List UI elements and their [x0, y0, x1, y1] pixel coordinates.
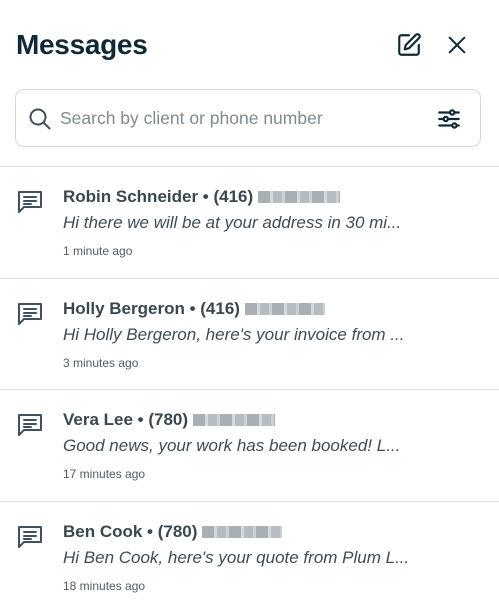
message-row[interactable]: Holly Bergeron • (416) Hi Holly Bergeron… [0, 277, 499, 390]
message-time: 18 minutes ago [63, 578, 146, 593]
message-list: Robin Schneider • (416) Hi there we will… [0, 166, 499, 612]
message-icon [18, 414, 42, 436]
message-row[interactable]: Vera Lee • (780) Good news, your work ha… [0, 389, 499, 501]
header: Messages [0, 0, 499, 88]
compose-icon [398, 33, 421, 56]
message-icon [18, 302, 42, 325]
close-icon [448, 36, 466, 54]
search-input[interactable] [60, 102, 420, 134]
message-time: 17 minutes ago [63, 467, 146, 481]
close-button[interactable] [442, 30, 472, 60]
message-time: 1 minute ago [63, 244, 133, 258]
sliders-icon [438, 109, 460, 129]
message-row[interactable]: Robin Schneider • (416) Hi there we will… [0, 166, 499, 278]
page-title: Messages [16, 29, 148, 60]
compose-button[interactable] [394, 30, 424, 60]
message-row[interactable]: Ben Cook • (780) Hi Ben Cook, here's you… [0, 500, 499, 612]
message-preview: Hi Holly Bergeron, here's your invoice f… [63, 324, 405, 344]
search-icon [29, 108, 51, 130]
message-title: Holly Bergeron • (416) [63, 299, 325, 319]
message-preview: Hi Ben Cook, here's your quote from Plum… [63, 547, 410, 567]
redacted-phone [202, 525, 283, 538]
search-bar [15, 89, 481, 147]
redacted-phone [244, 302, 325, 315]
message-preview: Hi there we will be at your address in 3… [63, 213, 402, 232]
message-title: Ben Cook • (780) [63, 522, 283, 542]
message-preview: Good news, your work has been booked! L.… [63, 436, 401, 455]
message-icon [18, 525, 42, 548]
message-title: Vera Lee • (780) [63, 410, 276, 430]
message-icon [18, 191, 42, 213]
message-title: Robin Schneider • (416) [63, 187, 341, 207]
redacted-phone [193, 414, 276, 426]
redacted-phone [258, 191, 341, 203]
message-time: 3 minutes ago [63, 355, 139, 370]
filter-button[interactable] [434, 104, 464, 134]
